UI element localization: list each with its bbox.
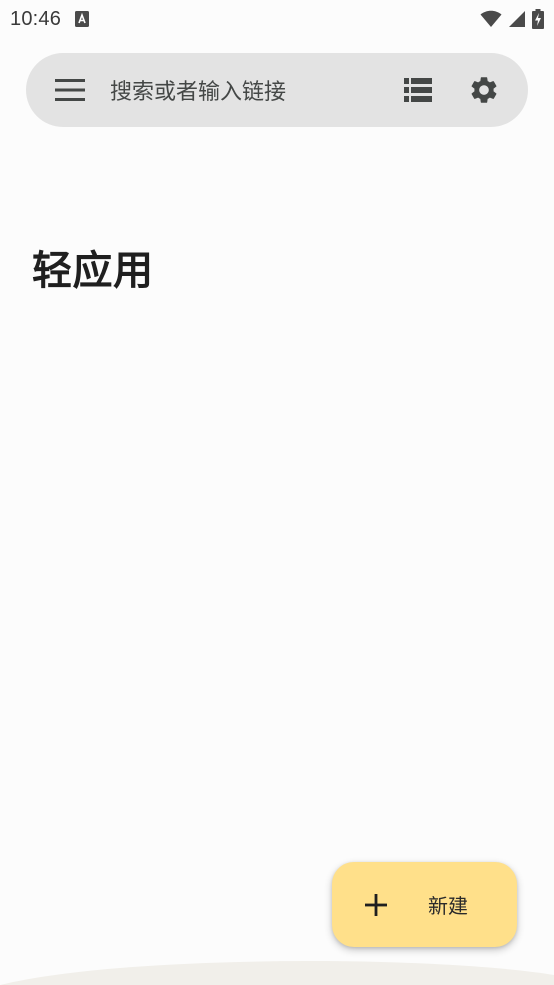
gear-icon[interactable] — [464, 70, 504, 110]
bottom-decoration — [0, 961, 554, 985]
menu-icon[interactable] — [52, 72, 88, 108]
plus-icon — [362, 891, 390, 919]
search-bar[interactable]: 搜索或者输入链接 — [26, 53, 528, 127]
new-button-label: 新建 — [428, 894, 468, 918]
search-input[interactable]: 搜索或者输入链接 — [110, 74, 398, 106]
signal-icon — [508, 10, 526, 28]
wifi-icon — [480, 10, 502, 28]
battery-charging-icon — [532, 9, 544, 29]
new-button[interactable]: 新建 — [332, 862, 517, 947]
list-view-icon[interactable] — [398, 70, 438, 110]
section-title: 轻应用 — [32, 248, 154, 294]
status-time: 10:46 — [10, 7, 62, 30]
status-bar: 10:46 — [0, 0, 554, 38]
status-left: 10:46 — [10, 7, 90, 31]
a-box-icon — [75, 11, 90, 27]
status-right — [480, 9, 544, 29]
